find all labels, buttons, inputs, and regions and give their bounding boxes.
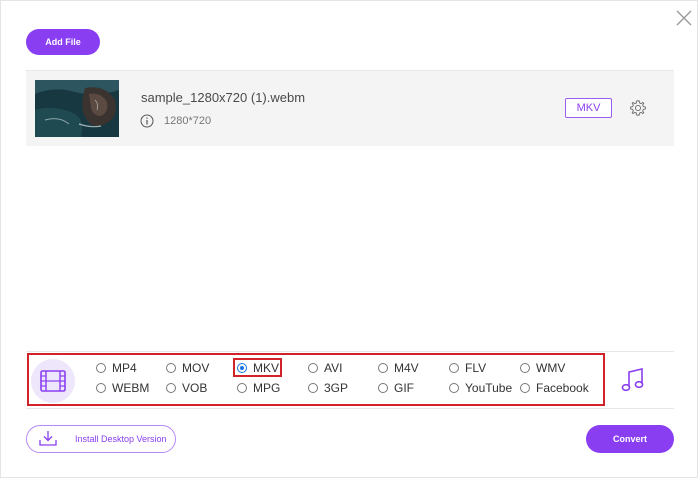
add-file-button[interactable]: Add File [26,29,100,55]
radio-button[interactable] [308,383,318,393]
music-note-icon[interactable] [621,367,645,393]
format-option-webm[interactable]: WEBM [96,380,149,396]
format-option-3gp[interactable]: 3GP [308,380,348,396]
radio-button[interactable] [449,383,459,393]
file-name: sample_1280x720 (1).webm [141,90,306,105]
video-format-tab[interactable] [31,359,75,403]
video-thumbnail [35,80,119,137]
radio-button[interactable] [520,363,530,373]
radio-button[interactable] [449,363,459,373]
gear-icon[interactable] [629,99,647,117]
format-option-avi[interactable]: AVI [308,360,342,376]
install-desktop-label: Install Desktop Version [75,434,167,444]
download-icon [39,431,57,446]
format-option-flv[interactable]: FLV [449,360,486,376]
converter-window: Add File sample_1280x720 (1).webm 1280*7… [0,0,698,478]
format-option-wmv[interactable]: WMV [520,360,565,376]
file-row: sample_1280x720 (1).webm 1280*720 MKV [26,70,674,146]
format-option-mp4[interactable]: MP4 [96,360,137,376]
close-icon[interactable] [673,7,695,29]
info-icon[interactable] [140,114,154,128]
radio-button-selected[interactable] [237,363,247,373]
format-option-youtube[interactable]: YouTube [449,380,512,396]
radio-button[interactable] [237,383,247,393]
format-option-m4v[interactable]: M4V [378,360,419,376]
resolution-label: 1280*720 [164,115,212,127]
format-option-mpg[interactable]: MPG [237,380,280,396]
radio-button[interactable] [520,383,530,393]
install-desktop-button[interactable]: Install Desktop Version [26,425,176,453]
format-option-facebook[interactable]: Facebook [520,380,589,396]
convert-button[interactable]: Convert [586,425,674,453]
radio-button[interactable] [96,383,106,393]
radio-button[interactable] [378,363,388,373]
radio-button[interactable] [308,363,318,373]
format-panel: MP4 MOV MKV AVI M4V FLV WMV WEBM VOB MPG… [26,351,674,409]
format-option-vob[interactable]: VOB [166,380,207,396]
film-icon [40,370,66,392]
radio-button[interactable] [166,383,176,393]
radio-button[interactable] [166,363,176,373]
format-option-gif[interactable]: GIF [378,380,414,396]
radio-button[interactable] [378,383,388,393]
radio-button[interactable] [96,363,106,373]
format-option-mkv[interactable]: MKV [237,360,279,376]
format-option-mov[interactable]: MOV [166,360,209,376]
output-format-button[interactable]: MKV [565,98,612,118]
